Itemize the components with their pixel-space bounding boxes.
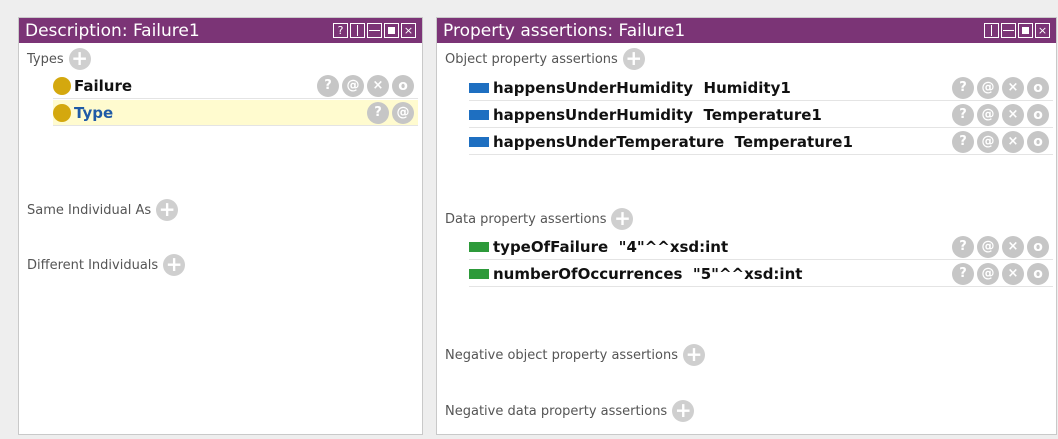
annotate-icon[interactable]: @ bbox=[977, 77, 999, 99]
annotate-icon[interactable]: @ bbox=[977, 236, 999, 258]
add-negative-data-assertion-button[interactable]: + bbox=[672, 400, 695, 422]
annotate-icon[interactable]: @ bbox=[977, 131, 999, 153]
row-actions: ? @ bbox=[367, 102, 414, 124]
delete-icon[interactable]: × bbox=[1002, 77, 1024, 99]
description-panel: Description: Failure1 ? × Types + Failur… bbox=[18, 17, 423, 435]
edit-icon[interactable]: o bbox=[1027, 77, 1049, 99]
types-label: Types bbox=[27, 51, 64, 67]
edit-icon[interactable]: o bbox=[1027, 104, 1049, 126]
split-horizontal-icon[interactable] bbox=[1001, 23, 1016, 38]
object-assertion-row[interactable]: happensUnderHumidity Humidity1 ? @ × o bbox=[469, 75, 1053, 101]
edit-icon[interactable]: o bbox=[392, 75, 414, 97]
help-icon[interactable]: ? bbox=[952, 263, 974, 285]
description-window-buttons: ? × bbox=[333, 23, 422, 38]
same-individual-section: Same Individual As + bbox=[27, 199, 179, 221]
property-name: happensUnderTemperature bbox=[493, 132, 725, 151]
add-object-assertion-button[interactable]: + bbox=[622, 48, 645, 70]
data-assertion-row[interactable]: numberOfOccurrences "5"^^xsd:int ? @ × o bbox=[469, 261, 1053, 287]
object-assertion-row[interactable]: happensUnderHumidity Temperature1 ? @ × … bbox=[469, 102, 1053, 128]
type-label: Failure bbox=[74, 76, 133, 95]
negative-object-assertions-section: Negative object property assertions + bbox=[445, 344, 705, 366]
row-actions: ? @ × o bbox=[952, 77, 1049, 99]
property-window-buttons: × bbox=[984, 23, 1056, 38]
maximize-icon[interactable] bbox=[384, 23, 399, 38]
same-individual-label: Same Individual As bbox=[27, 202, 152, 218]
property-value: Temperature1 bbox=[734, 132, 853, 151]
description-panel-header: Description: Failure1 ? × bbox=[19, 18, 422, 43]
object-assertions-section: Object property assertions + bbox=[445, 48, 645, 70]
negative-object-assertions-label: Negative object property assertions bbox=[445, 347, 678, 363]
different-individuals-label: Different Individuals bbox=[27, 257, 159, 273]
property-assertions-panel: Property assertions: Failure1 × Object p… bbox=[436, 17, 1057, 435]
property-name: happensUnderHumidity bbox=[493, 78, 694, 97]
property-name: numberOfOccurrences bbox=[493, 264, 683, 283]
add-data-assertion-button[interactable]: + bbox=[611, 208, 634, 230]
row-actions: ? @ × o bbox=[952, 131, 1049, 153]
delete-icon[interactable]: × bbox=[1002, 236, 1024, 258]
object-property-icon bbox=[469, 82, 489, 93]
split-horizontal-icon[interactable] bbox=[367, 23, 382, 38]
type-label: Type bbox=[74, 103, 114, 122]
row-actions: ? @ × o bbox=[952, 263, 1049, 285]
annotate-icon[interactable]: @ bbox=[977, 263, 999, 285]
add-same-individual-button[interactable]: + bbox=[156, 199, 179, 221]
help-icon[interactable]: ? bbox=[367, 102, 389, 124]
property-value: Temperature1 bbox=[703, 105, 822, 124]
data-property-icon bbox=[469, 241, 489, 252]
property-value: "5"^^xsd:int bbox=[692, 264, 803, 283]
property-name: typeOfFailure bbox=[493, 237, 609, 256]
object-property-icon bbox=[469, 136, 489, 147]
split-vertical-icon[interactable] bbox=[350, 23, 365, 38]
object-property-icon bbox=[469, 109, 489, 120]
split-vertical-icon[interactable] bbox=[984, 23, 999, 38]
help-icon[interactable]: ? bbox=[952, 104, 974, 126]
row-actions: ? @ × o bbox=[317, 75, 414, 97]
different-individuals-section: Different Individuals + bbox=[27, 254, 186, 276]
help-icon[interactable]: ? bbox=[333, 23, 348, 38]
object-assertion-row[interactable]: happensUnderTemperature Temperature1 ? @… bbox=[469, 129, 1053, 155]
add-type-button[interactable]: + bbox=[68, 48, 91, 70]
close-icon[interactable]: × bbox=[1035, 23, 1050, 38]
data-assertions-label: Data property assertions bbox=[445, 211, 607, 227]
maximize-icon[interactable] bbox=[1018, 23, 1033, 38]
property-name: happensUnderHumidity bbox=[493, 105, 694, 124]
annotate-icon[interactable]: @ bbox=[392, 102, 414, 124]
data-assertions-section: Data property assertions + bbox=[445, 208, 634, 230]
delete-icon[interactable]: × bbox=[1002, 263, 1024, 285]
close-icon[interactable]: × bbox=[401, 23, 416, 38]
edit-icon[interactable]: o bbox=[1027, 263, 1049, 285]
edit-icon[interactable]: o bbox=[1027, 236, 1049, 258]
help-icon[interactable]: ? bbox=[952, 236, 974, 258]
property-value: Humidity1 bbox=[703, 78, 791, 97]
help-icon[interactable]: ? bbox=[317, 75, 339, 97]
negative-data-assertions-section: Negative data property assertions + bbox=[445, 400, 695, 422]
annotate-icon[interactable]: @ bbox=[977, 104, 999, 126]
help-icon[interactable]: ? bbox=[952, 77, 974, 99]
type-row-failure[interactable]: Failure ? @ × o bbox=[53, 73, 418, 99]
edit-icon[interactable]: o bbox=[1027, 131, 1049, 153]
add-negative-object-assertion-button[interactable]: + bbox=[682, 344, 705, 366]
property-value: "4"^^xsd:int bbox=[618, 237, 729, 256]
data-property-icon bbox=[469, 268, 489, 279]
add-different-individual-button[interactable]: + bbox=[163, 254, 186, 276]
property-assertions-panel-header: Property assertions: Failure1 × bbox=[437, 18, 1056, 43]
delete-icon[interactable]: × bbox=[367, 75, 389, 97]
delete-icon[interactable]: × bbox=[1002, 104, 1024, 126]
delete-icon[interactable]: × bbox=[1002, 131, 1024, 153]
class-icon bbox=[53, 103, 71, 122]
row-actions: ? @ × o bbox=[952, 236, 1049, 258]
row-actions: ? @ × o bbox=[952, 104, 1049, 126]
annotate-icon[interactable]: @ bbox=[342, 75, 364, 97]
property-assertions-panel-title: Property assertions: Failure1 bbox=[443, 20, 686, 41]
help-icon[interactable]: ? bbox=[952, 131, 974, 153]
description-panel-title: Description: Failure1 bbox=[25, 20, 200, 41]
negative-data-assertions-label: Negative data property assertions bbox=[445, 403, 668, 419]
object-assertions-label: Object property assertions bbox=[445, 51, 618, 67]
data-assertion-row[interactable]: typeOfFailure "4"^^xsd:int ? @ × o bbox=[469, 234, 1053, 260]
type-row-type[interactable]: Type ? @ bbox=[53, 100, 418, 126]
types-section: Types + bbox=[27, 48, 91, 70]
class-icon bbox=[53, 76, 71, 95]
